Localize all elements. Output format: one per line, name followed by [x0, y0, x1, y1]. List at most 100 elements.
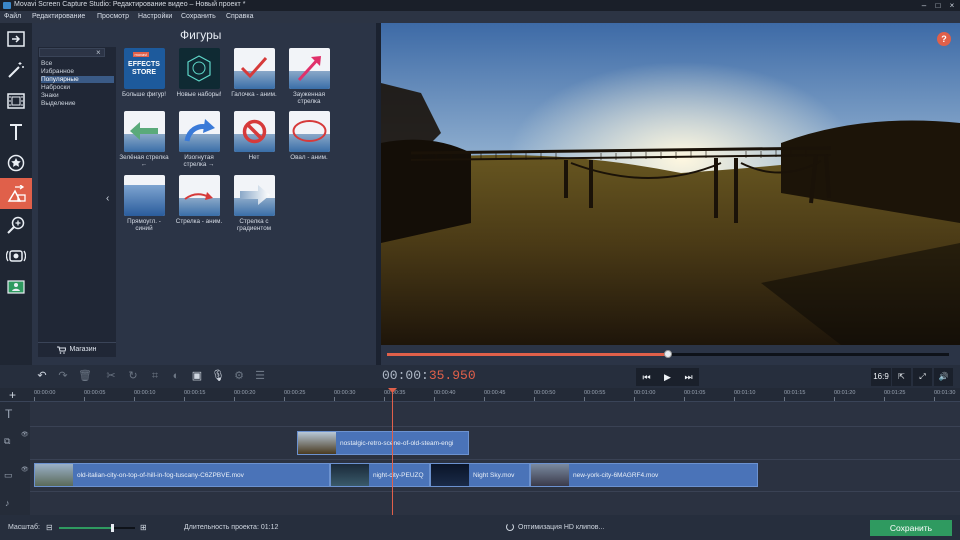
- zoom-icon[interactable]: [0, 209, 32, 240]
- shape-tile-curved-arrow[interactable]: Изогнутая стрелка →: [174, 111, 224, 168]
- timecode: 00:00:35.950: [382, 368, 476, 383]
- visibility-eye-icon[interactable]: 👁: [21, 466, 29, 473]
- shape-tile-no[interactable]: Нет: [229, 111, 279, 161]
- zoom-out-icon[interactable]: ⊟: [46, 523, 53, 532]
- ruler-tick: [884, 397, 885, 401]
- maximize-button[interactable]: □: [931, 0, 945, 11]
- shape-tile-gradient-arrow[interactable]: Стрелка с градиентом: [229, 175, 279, 232]
- image-icon[interactable]: ▣: [188, 368, 206, 385]
- menu-view[interactable]: Просмотр: [97, 13, 129, 20]
- video-clip[interactable]: old-italian-city-on-top-of-hill-in-fog-t…: [34, 463, 330, 487]
- capture-icon[interactable]: [0, 240, 32, 271]
- shape-tile-new-packs[interactable]: Новые наборы!: [174, 48, 224, 98]
- aspect-ratio-button[interactable]: 16:9: [871, 368, 891, 386]
- tile-label: Новые наборы!: [176, 91, 222, 98]
- effects-store-thumb: movavi EFFECTS STORE: [123, 48, 165, 89]
- tile-label: Галочка - аним.: [231, 91, 277, 98]
- zoom-slider-handle[interactable]: [111, 524, 115, 532]
- duration-label: Длительность проекта:: [184, 524, 259, 531]
- filmstrip-icon[interactable]: [0, 85, 32, 116]
- shape-tile-effects-store[interactable]: movavi EFFECTS STORE Больше фигур!: [119, 48, 169, 98]
- ruler-tick: [184, 397, 185, 401]
- shape-tile-tapered-arrow[interactable]: Зауженная стрелка: [284, 48, 334, 105]
- project-duration: Длительность проекта: 01:12: [184, 524, 278, 531]
- zoom-in-icon[interactable]: ⊞: [140, 523, 147, 532]
- effects-store-badge: EFFECTS STORE: [128, 61, 160, 76]
- search-clear-icon[interactable]: ×: [96, 48, 101, 57]
- magic-wand-icon[interactable]: [0, 54, 32, 85]
- redo-icon[interactable]: ↷: [54, 368, 72, 385]
- category-favorites[interactable]: Избранное: [41, 68, 74, 75]
- rotate-icon[interactable]: ↻: [124, 368, 142, 385]
- add-track-icon[interactable]: +: [9, 388, 16, 402]
- category-sketches[interactable]: Наброски: [41, 84, 70, 91]
- text-track-icon: T: [5, 407, 13, 421]
- overlay-clip[interactable]: nostalgic-retro-scene-of-old-steam-engi: [297, 431, 469, 455]
- next-frame-button[interactable]: ⏭: [678, 368, 699, 386]
- shapes-icon[interactable]: [0, 178, 32, 209]
- video-clip[interactable]: Night Sky.mov: [430, 463, 530, 487]
- minimize-button[interactable]: –: [917, 0, 931, 11]
- menu-edit[interactable]: Редактирование: [32, 13, 85, 20]
- crop-icon[interactable]: ⌗: [146, 368, 164, 385]
- popout-icon[interactable]: ⇱: [892, 368, 911, 386]
- save-button[interactable]: Сохранить: [870, 520, 952, 536]
- tile-label: Больше фигур!: [121, 91, 167, 98]
- collapse-panel-icon[interactable]: ‹: [106, 193, 109, 204]
- play-button[interactable]: ▶: [657, 368, 678, 386]
- visibility-eye-icon[interactable]: 👁: [21, 431, 29, 438]
- presentation-icon[interactable]: [0, 271, 32, 302]
- import-icon[interactable]: [0, 23, 32, 54]
- shape-tile-check-anim[interactable]: Галочка - аним.: [229, 48, 279, 98]
- category-all[interactable]: Все: [41, 60, 52, 67]
- tile-label: Стрелка с градиентом: [236, 218, 272, 232]
- tile-label: Овал - аним.: [290, 154, 328, 161]
- shape-tile-oval-anim[interactable]: Овал - аним.: [284, 111, 334, 161]
- check-thumb: [233, 48, 275, 89]
- previous-frame-button[interactable]: ⏮: [636, 368, 657, 386]
- tool-sidebar: [0, 23, 32, 388]
- fullscreen-icon[interactable]: ⤢: [913, 368, 932, 386]
- category-popular[interactable]: Популярные: [41, 76, 114, 83]
- ruler-tick-label: 00:01:30: [934, 390, 956, 396]
- ruler-tick: [334, 397, 335, 401]
- close-button[interactable]: ×: [945, 0, 959, 11]
- title-bar: Movavi Screen Capture Studio: Редактиров…: [0, 0, 960, 11]
- shape-tile-arrow-anim[interactable]: Стрелка - аним.: [174, 175, 224, 225]
- shape-tile-green-arrow[interactable]: Зелёная стрелка ←: [119, 111, 169, 168]
- menu-settings[interactable]: Настройки: [138, 13, 172, 20]
- stickers-icon[interactable]: [0, 147, 32, 178]
- category-highlight[interactable]: Выделение: [41, 100, 75, 107]
- help-button[interactable]: ?: [937, 32, 951, 46]
- clip-thumbnail: [531, 464, 569, 486]
- ruler-tick-label: 00:00:05: [84, 390, 106, 396]
- panel-title: Фигуры: [180, 28, 222, 42]
- microphone-icon[interactable]: 🎙: [209, 368, 227, 385]
- menu-file[interactable]: Файл: [4, 13, 21, 20]
- undo-icon[interactable]: ↶: [33, 368, 51, 385]
- tile-label: Нет: [248, 154, 260, 161]
- seek-handle[interactable]: [664, 350, 672, 358]
- tile-label: Зелёная стрелка ←: [119, 154, 169, 168]
- clip-name: old-italian-city-on-top-of-hill-in-fog-t…: [77, 471, 244, 479]
- playhead[interactable]: [392, 390, 393, 515]
- video-clip[interactable]: new-york-city-6MAGRF4.mov: [530, 463, 758, 487]
- equalizer-icon[interactable]: ☰: [251, 368, 269, 385]
- hd-optimization-status: Оптимизация HD клипов...: [518, 524, 605, 531]
- ruler-tick: [234, 397, 235, 401]
- delete-icon[interactable]: 🗑: [76, 368, 94, 385]
- shape-tile-blue-rect[interactable]: Прямоугл. - синий: [119, 175, 169, 232]
- shop-button[interactable]: Магазин: [38, 342, 116, 356]
- oval-thumb: [288, 111, 330, 152]
- volume-icon[interactable]: 🔊: [934, 368, 953, 386]
- menu-help[interactable]: Справка: [226, 13, 253, 20]
- category-signs[interactable]: Знаки: [41, 92, 59, 99]
- titles-icon[interactable]: [0, 116, 32, 147]
- ruler-tick: [734, 397, 735, 401]
- app-icon: [3, 2, 11, 9]
- menu-save[interactable]: Сохранить: [181, 13, 216, 20]
- gear-icon[interactable]: ⚙: [230, 368, 248, 385]
- video-clip[interactable]: night-city-PEUZQ: [330, 463, 430, 487]
- color-adjust-icon[interactable]: ◐: [167, 368, 185, 385]
- cut-icon[interactable]: ✂: [102, 368, 120, 385]
